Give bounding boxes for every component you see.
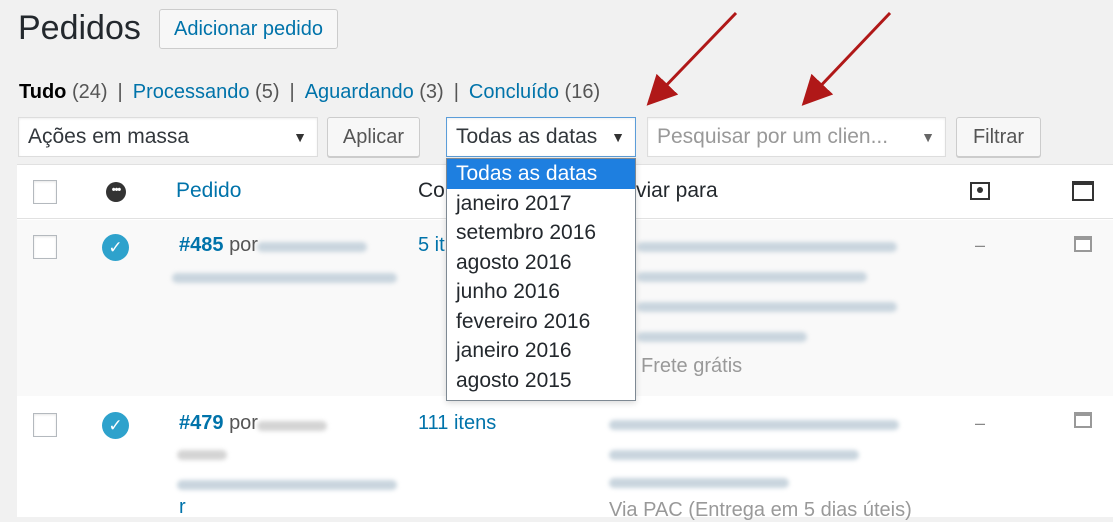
- annotation-arrow: [646, 11, 738, 106]
- annotation-arrow: [801, 11, 892, 106]
- annotation-arrows: [646, 11, 892, 106]
